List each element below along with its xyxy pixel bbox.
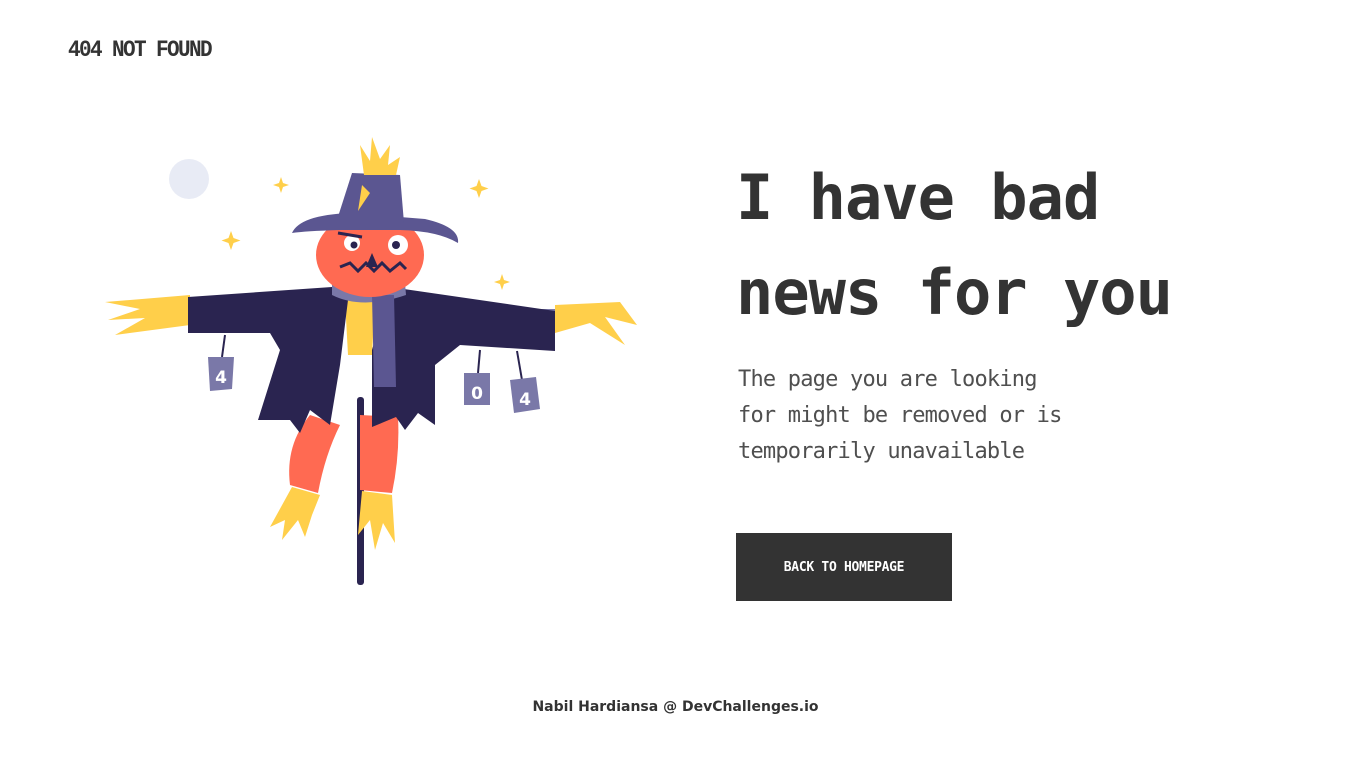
description-line-1: The page you are looking: [738, 367, 1037, 392]
straw-right-hand: [555, 302, 637, 345]
footer-site-link[interactable]: DevChallenges.io: [682, 699, 819, 715]
can-right: 4: [510, 350, 540, 413]
footer-author: Nabil Hardiansa: [532, 699, 659, 715]
footer-credit: Nabil Hardiansa @ DevChallenges.io: [0, 699, 1351, 715]
scarf-tail: [372, 295, 396, 387]
moon-shape: [169, 159, 209, 199]
brand-logo[interactable]: 404 NOT FOUND: [68, 38, 213, 64]
footer-separator: @: [663, 699, 678, 715]
right-leg: [360, 415, 399, 493]
can-middle-label: 0: [471, 384, 483, 404]
description-line-3: temporarily unavailable: [738, 439, 1025, 464]
shirt: [345, 300, 375, 355]
page-description: The page you are looking for might be re…: [738, 362, 1118, 470]
hat-straw: [360, 137, 400, 175]
heading-line-1: I have bad: [736, 161, 1100, 234]
description-line-2: for might be removed or is: [738, 403, 1062, 428]
can-right-label: 4: [519, 390, 531, 410]
back-to-homepage-button[interactable]: BACK TO HOMEPAGE: [736, 533, 952, 601]
straw-left-hand: [105, 295, 190, 335]
hat-crown: [336, 173, 404, 223]
scarecrow-illustration: 4 0 4: [105, 137, 637, 585]
can-left-label: 4: [215, 368, 227, 388]
page-heading: I have bad news for you: [736, 150, 1256, 340]
can-left: 4: [208, 334, 234, 391]
heading-line-2: news for you: [736, 256, 1173, 329]
left-foot-straw: [270, 487, 320, 540]
can-middle: 0: [464, 349, 490, 405]
